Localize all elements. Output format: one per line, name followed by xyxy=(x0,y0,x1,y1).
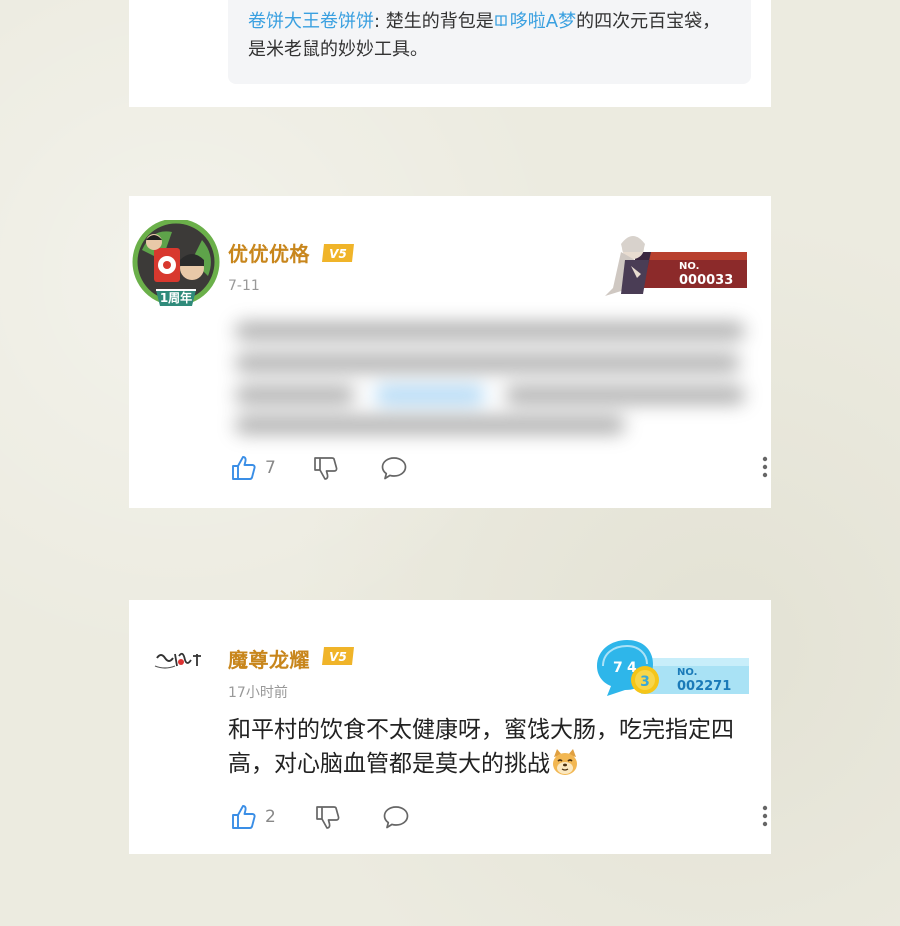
svg-text:V5: V5 xyxy=(329,247,347,261)
avatar-image xyxy=(154,652,201,669)
fan-medal[interactable]: NO. 000033 xyxy=(591,230,749,300)
svg-text:7: 7 xyxy=(613,660,623,676)
svg-text:V5: V5 xyxy=(329,650,347,664)
username[interactable]: 优优优格 xyxy=(228,238,310,267)
like-button[interactable]: 2 xyxy=(230,802,276,832)
blurred-comment-text xyxy=(225,314,755,436)
comment-text: 和平村的饮食不太健康呀，蜜饯大肠，吃完指定四高，对心脑血管都是莫大的挑战 xyxy=(228,714,753,781)
comment-text-body: 和平村的饮食不太健康呀，蜜饯大肠，吃完指定四高，对心脑血管都是莫大的挑战 xyxy=(228,717,734,777)
avatar[interactable]: 1周年 xyxy=(132,218,220,308)
avatar[interactable] xyxy=(151,646,205,674)
thumbs-down-icon xyxy=(314,457,338,480)
thumbs-up-icon xyxy=(232,456,256,480)
comment-actions: 7 xyxy=(230,453,770,483)
dislike-button[interactable] xyxy=(312,453,340,483)
dislike-button[interactable] xyxy=(314,802,342,832)
fan-medal[interactable]: 7 4 3 NO. 002271 xyxy=(589,636,751,700)
medal-image: 7 4 3 NO. 002271 xyxy=(597,640,749,696)
comment-card: 魔尊龙耀 V5 17小时前 7 4 3 NO. 002271 和平村的饮食不太健… xyxy=(129,600,771,854)
like-count: 2 xyxy=(265,807,276,827)
thumbs-down-icon xyxy=(316,806,340,829)
timestamp: 17小时前 xyxy=(228,685,288,701)
thumbs-up-icon xyxy=(232,805,256,829)
reply-text-before: 楚生的背包是 xyxy=(385,11,494,32)
more-vertical-icon[interactable] xyxy=(760,455,770,481)
vip-badge: V5 xyxy=(322,647,354,665)
reply-username[interactable]: 卷饼大王卷饼饼 xyxy=(248,11,374,32)
comment-icon xyxy=(381,457,407,480)
comment-card: 1周年 优优优格 V5 7-11 NO. 000033 7 xyxy=(129,196,771,508)
comment-icon xyxy=(383,806,409,829)
reply-separator: : xyxy=(374,11,386,32)
anniversary-badge: 1周年 xyxy=(160,290,192,305)
medal-number: 002271 xyxy=(677,679,731,694)
like-button[interactable]: 7 xyxy=(230,453,276,483)
medal-number: 000033 xyxy=(679,273,733,288)
medal-no-label: NO. xyxy=(679,261,699,272)
comment-card-top: 卷饼大王卷饼饼: 楚生的背包是 哆啦A梦的四次元百宝袋，是米老鼠的妙妙工具。 xyxy=(129,0,771,107)
svg-text:3: 3 xyxy=(640,674,650,690)
doge-emoji xyxy=(553,749,577,775)
book-icon xyxy=(495,15,507,27)
timestamp: 7-11 xyxy=(228,278,260,294)
comment-actions: 2 xyxy=(230,802,770,832)
reply-button[interactable] xyxy=(382,802,410,832)
topic-link-label: 哆啦A梦 xyxy=(509,11,577,32)
like-count: 7 xyxy=(265,458,276,478)
username[interactable]: 魔尊龙耀 xyxy=(228,644,310,673)
avatar-image: 1周年 xyxy=(132,218,220,306)
more-vertical-icon[interactable] xyxy=(760,804,770,830)
vip-badge: V5 xyxy=(322,244,354,262)
reply-box[interactable]: 卷饼大王卷饼饼: 楚生的背包是 哆啦A梦的四次元百宝袋，是米老鼠的妙妙工具。 xyxy=(228,0,751,84)
medal-image: NO. 000033 xyxy=(605,236,747,296)
medal-no-label: NO. xyxy=(677,667,697,678)
reply-button[interactable] xyxy=(380,453,408,483)
topic-link[interactable]: 哆啦A梦 xyxy=(494,11,576,32)
